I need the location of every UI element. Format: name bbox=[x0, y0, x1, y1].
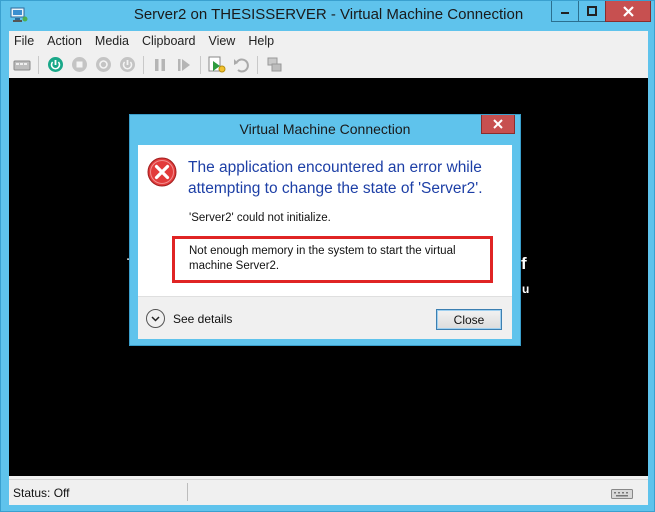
chevron-down-icon bbox=[146, 309, 165, 328]
screen-text-fragment: u bbox=[522, 282, 530, 296]
menu-view[interactable]: View bbox=[208, 34, 235, 48]
enhanced-session-button[interactable] bbox=[264, 55, 284, 75]
memory-error-text: Not enough memory in the system to start… bbox=[189, 245, 456, 272]
start-icon bbox=[47, 57, 63, 72]
revert-icon bbox=[233, 58, 249, 73]
ctrl-alt-del-button[interactable] bbox=[12, 55, 32, 75]
dialog-body: The application encountered an error whi… bbox=[138, 145, 512, 339]
shut-down-button[interactable] bbox=[93, 55, 113, 75]
status-divider bbox=[187, 483, 188, 501]
content-text: 'Server2' could not initialize. bbox=[189, 212, 331, 224]
toolbar bbox=[9, 52, 648, 77]
close-icon bbox=[493, 119, 503, 129]
menu-file[interactable]: File bbox=[14, 34, 34, 48]
main-instruction: The application encountered an error whi… bbox=[188, 159, 483, 197]
reset-button[interactable] bbox=[174, 55, 194, 75]
toolbar-separator bbox=[200, 55, 201, 74]
maximize-button[interactable] bbox=[578, 1, 605, 22]
screen-text-fragment: f bbox=[521, 254, 527, 273]
menu-help[interactable]: Help bbox=[248, 34, 274, 48]
start-button[interactable] bbox=[45, 55, 65, 75]
turn-off-button[interactable] bbox=[69, 55, 89, 75]
error-dialog: Virtual Machine Connection The applicati… bbox=[129, 114, 521, 346]
dialog-title: Virtual Machine Connection bbox=[239, 121, 411, 137]
status-text: Status: Off bbox=[13, 486, 70, 500]
error-icon bbox=[147, 157, 177, 187]
close-icon bbox=[622, 5, 634, 17]
checkpoint-button[interactable] bbox=[207, 55, 227, 75]
minimize-icon bbox=[561, 12, 569, 14]
maximize-icon bbox=[587, 6, 597, 16]
pause-button[interactable] bbox=[150, 55, 170, 75]
keyboard-icon bbox=[611, 489, 633, 499]
power-button[interactable] bbox=[117, 55, 137, 75]
title-bar[interactable]: Server2 on THESISSERVER - Virtual Machin… bbox=[1, 1, 655, 31]
minimize-button[interactable] bbox=[551, 1, 578, 22]
status-bar: Status: Off bbox=[9, 479, 648, 505]
ctrl-alt-del-icon bbox=[13, 60, 31, 70]
turn-off-icon bbox=[71, 57, 87, 72]
power-icon bbox=[119, 57, 135, 72]
see-details-toggle[interactable]: See details bbox=[146, 309, 232, 328]
menu-bar: File Action Media Clipboard View Help bbox=[9, 31, 648, 51]
reset-icon bbox=[178, 58, 190, 71]
toolbar-separator bbox=[143, 55, 144, 74]
revert-button[interactable] bbox=[231, 55, 251, 75]
shut-down-icon bbox=[95, 57, 111, 72]
menu-clipboard[interactable]: Clipboard bbox=[142, 34, 196, 48]
dialog-close-button[interactable] bbox=[481, 115, 515, 134]
see-details-label: See details bbox=[173, 311, 233, 326]
dialog-footer: See details Close bbox=[138, 296, 512, 339]
toolbar-separator bbox=[38, 55, 39, 74]
toolbar-separator bbox=[257, 55, 258, 74]
window-close-button[interactable] bbox=[605, 1, 651, 22]
menu-action[interactable]: Action bbox=[47, 34, 82, 48]
pause-icon bbox=[155, 58, 165, 71]
enhanced-session-icon bbox=[267, 57, 281, 72]
menu-media[interactable]: Media bbox=[95, 34, 129, 48]
checkpoint-icon bbox=[208, 56, 226, 72]
close-button[interactable]: Close bbox=[436, 309, 502, 330]
